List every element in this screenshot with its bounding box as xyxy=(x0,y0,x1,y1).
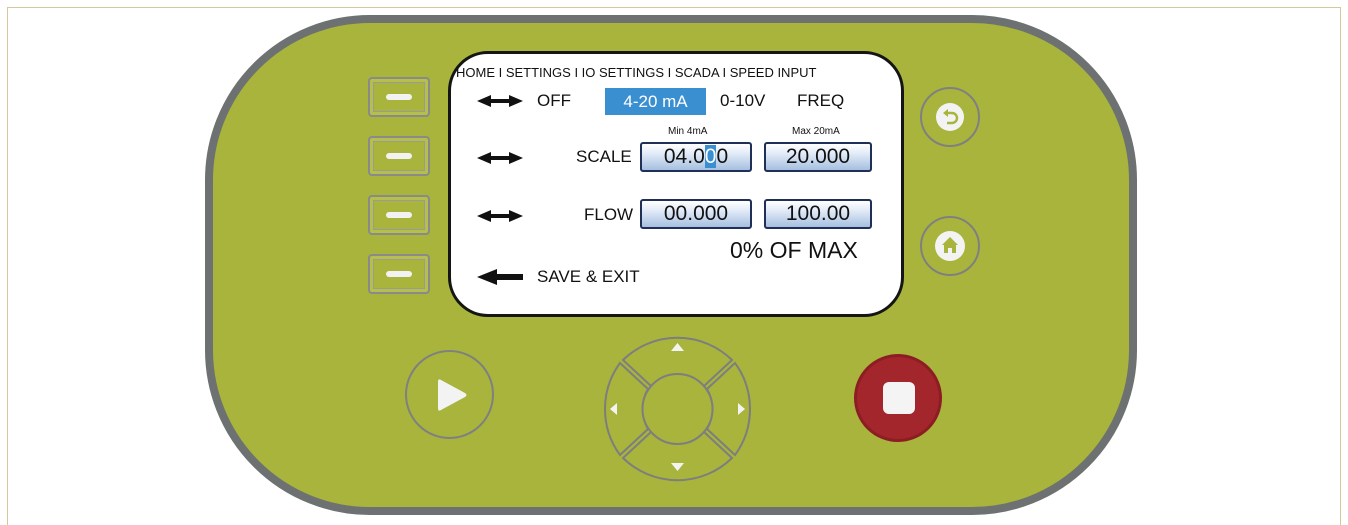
scale-label: SCALE xyxy=(576,147,632,166)
scale-max-field[interactable]: 20.000 xyxy=(764,142,872,172)
play-icon xyxy=(438,379,467,411)
flow-status: 0% OF MAX xyxy=(730,237,858,263)
scale-min-prefix: 04.0 xyxy=(663,145,705,168)
left-right-arrow-icon xyxy=(477,152,523,164)
center-button[interactable] xyxy=(641,373,714,445)
flow-label: FLOW xyxy=(584,205,634,224)
left-arrow-icon xyxy=(477,269,523,285)
softkey-1[interactable] xyxy=(368,77,430,117)
save-exit-label[interactable]: SAVE & EXIT xyxy=(537,267,640,287)
home-icon xyxy=(942,237,958,253)
mode-4-20ma-selected[interactable]: 4-20 mA xyxy=(605,88,706,115)
softkey-bar-icon xyxy=(386,212,412,218)
softkey-4[interactable] xyxy=(368,254,430,294)
left-right-arrow-icon xyxy=(477,210,523,222)
mode-off[interactable]: OFF xyxy=(537,91,571,111)
back-button[interactable] xyxy=(920,87,980,147)
home-button[interactable] xyxy=(920,216,980,276)
back-button-face xyxy=(936,103,964,131)
scale-min-suffix: 0 xyxy=(716,145,729,168)
breadcrumb: HOME I SETTINGS I IO SETTINGS I SCADA I … xyxy=(456,65,817,80)
edit-cursor-digit: 0 xyxy=(704,145,717,168)
back-arrow-icon xyxy=(943,109,959,125)
mode-freq[interactable]: FREQ xyxy=(797,91,844,111)
scale-min-caption: Min 4mA xyxy=(668,126,708,137)
stop-button[interactable] xyxy=(854,354,942,442)
flow-max-field[interactable]: 100.00 xyxy=(764,199,872,229)
softkey-bar-icon xyxy=(386,94,412,100)
mode-0-10v[interactable]: 0-10V xyxy=(720,91,765,111)
stop-icon xyxy=(883,382,915,414)
softkey-bar-icon xyxy=(386,153,412,159)
flow-min-field[interactable]: 00.000 xyxy=(640,199,752,229)
scale-max-caption: Max 20mA xyxy=(792,126,840,137)
scale-min-field[interactable]: 04.000 xyxy=(640,142,752,172)
play-button[interactable] xyxy=(405,350,494,439)
direction-pad xyxy=(603,336,752,482)
home-button-face xyxy=(935,231,965,261)
softkey-2[interactable] xyxy=(368,136,430,176)
softkey-3[interactable] xyxy=(368,195,430,235)
left-right-arrow-icon xyxy=(477,95,523,107)
softkey-bar-icon xyxy=(386,271,412,277)
